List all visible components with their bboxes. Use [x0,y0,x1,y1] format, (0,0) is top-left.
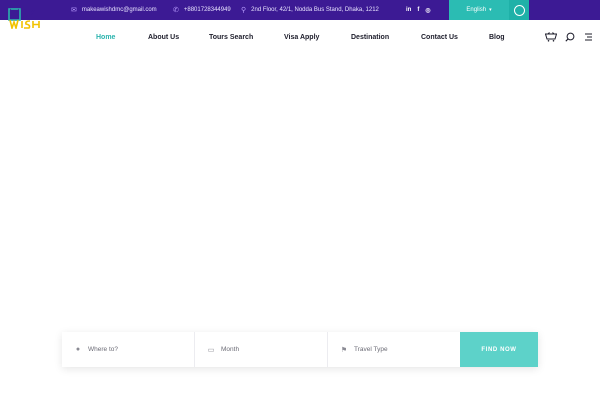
email-contact[interactable]: ✉ makeawishdmc@gmail.com [71,0,157,20]
phone-text: +8801728344949 [183,7,231,13]
search-icon[interactable] [564,31,576,43]
travel-type-select[interactable]: ⚑ Travel Type [328,332,460,367]
month-input[interactable]: ▭ Month [195,332,327,367]
envelope-icon: ✉ [71,6,77,14]
social-links: in f ◎ [406,0,431,20]
chevron-down-icon: ▾ [489,7,492,13]
where-to-input[interactable]: ● Where to? [62,332,194,367]
month-placeholder: Month [221,346,240,353]
flag-icon: ⚑ [340,346,348,354]
top-info-bar: ✉ makeawishdmc@gmail.com ✆ +880172834494… [0,0,600,20]
user-account-button[interactable] [509,0,529,20]
tour-search-form: ● Where to? ▭ Month ⚑ Travel Type FIND N… [62,332,538,367]
address-text: 2nd Floor, 42/1, Nodda Bus Stand, Dhaka,… [251,7,379,13]
menu-icon[interactable] [582,31,594,43]
nav-visa-apply[interactable]: Visa Apply [284,20,319,54]
find-now-button[interactable]: FIND NOW [460,332,538,367]
nav-about-us[interactable]: About Us [148,20,179,54]
nav-contact-us[interactable]: Contact Us [421,20,458,54]
site-logo[interactable] [8,7,48,29]
facebook-icon[interactable]: f [417,7,419,13]
nav-blog[interactable]: Blog [489,20,505,54]
cart-icon[interactable] [545,31,557,43]
nav-home[interactable]: Home [96,20,115,54]
nav-tours-search[interactable]: Tours Search [209,20,253,54]
language-label: English [466,7,487,13]
location-check-icon: ● [75,346,81,353]
language-selector[interactable]: English ▾ [449,0,509,20]
email-text: makeawishdmc@gmail.com [81,7,157,13]
map-pin-icon: ⚲ [241,6,247,14]
instagram-icon[interactable]: ◎ [425,7,430,14]
where-placeholder: Where to? [88,346,118,353]
user-icon [513,4,525,16]
address-contact: ⚲ 2nd Floor, 42/1, Nodda Bus Stand, Dhak… [241,0,379,20]
nav-destination[interactable]: Destination [351,20,389,54]
calendar-icon: ▭ [207,346,215,354]
travel-type-placeholder: Travel Type [354,346,388,353]
phone-contact[interactable]: ✆ +8801728344949 [173,0,231,20]
linkedin-icon[interactable]: in [406,7,411,13]
phone-icon: ✆ [173,6,179,14]
